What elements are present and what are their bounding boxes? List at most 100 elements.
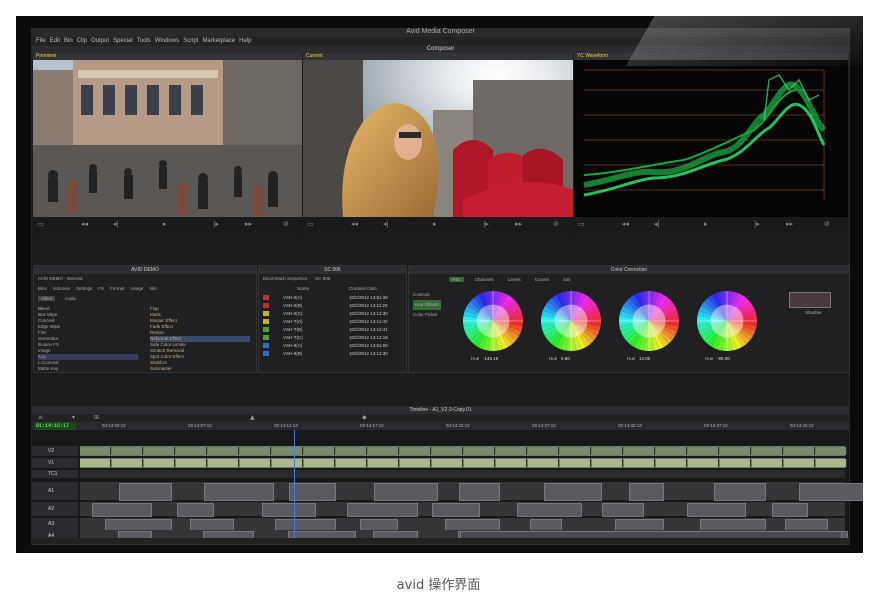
- clip-segment[interactable]: [656, 459, 687, 467]
- clip-segment[interactable]: [496, 447, 527, 455]
- extract-icon[interactable]: ⊞: [94, 414, 99, 421]
- bin-tab[interactable]: Format: [110, 286, 124, 291]
- bin-tab[interactable]: Settings: [76, 286, 92, 291]
- track-header[interactable]: TC1: [32, 470, 78, 478]
- fast-forward-icon[interactable]: ▸▸: [515, 220, 522, 228]
- wheel-value[interactable]: 13.00: [639, 356, 651, 361]
- effect-category[interactable]: Matte Key: [38, 366, 138, 372]
- color-swatch[interactable]: [789, 292, 831, 308]
- clip-segment[interactable]: [176, 447, 207, 455]
- step-back-icon[interactable]: ◂|: [113, 220, 119, 228]
- clip-segment[interactable]: [624, 447, 655, 455]
- menu-item[interactable]: Script: [183, 37, 198, 46]
- clip-segment[interactable]: [208, 459, 239, 467]
- audio-clip[interactable]: [347, 503, 418, 517]
- color-wheel[interactable]: Hue -90.00: [697, 291, 757, 361]
- clip-segment[interactable]: [432, 459, 463, 467]
- waveform-transport[interactable]: ▭ ◂◂ ◂| ▸ |▸ ▸▸ ⊘: [574, 217, 848, 233]
- menu-item[interactable]: Clip: [77, 37, 87, 46]
- track-header[interactable]: A3: [32, 518, 78, 530]
- rewind-icon[interactable]: ◂◂: [622, 220, 629, 228]
- track-header[interactable]: A1: [32, 482, 78, 500]
- col-date-header[interactable]: Creation Date: [349, 286, 377, 291]
- step-forward-icon[interactable]: |▸: [483, 220, 489, 228]
- timeline-toolbar[interactable]: ≡ ▾ ⊞ ▲ ◆: [32, 414, 849, 422]
- clip-segment[interactable]: [464, 447, 495, 455]
- cc-tab[interactable]: HSL: [449, 277, 464, 282]
- settings-icon[interactable]: ⊘: [553, 220, 559, 228]
- timeline-panel[interactable]: Timeline - A1_V2-3-Copy.01 ≡ ▾ ⊞ ▲ ◆ 01:…: [32, 406, 863, 544]
- step-forward-icon[interactable]: |▸: [754, 220, 760, 228]
- cc-tab[interactable]: Levels: [505, 277, 524, 282]
- sequence-tab[interactable]: SC 006: [315, 276, 330, 281]
- clip-segment[interactable]: [816, 447, 847, 455]
- track-header[interactable]: A2: [32, 502, 78, 516]
- audio-clip[interactable]: [262, 503, 316, 517]
- waveform-monitor[interactable]: YC Waveform ▭ ◂◂ ◂| ▸ |▸ ▸▸ ⊘: [574, 53, 848, 233]
- clip-segment[interactable]: [176, 459, 207, 467]
- record-transport[interactable]: ▭ ◂◂ ◂| ▸ |▸ ▸▸ ⊘: [303, 217, 573, 233]
- table-row[interactable]: VSH-8(A) 10/2/2012 14:51:08: [263, 342, 403, 350]
- audio-clip[interactable]: [432, 503, 480, 517]
- fast-forward-icon[interactable]: ▸▸: [786, 220, 793, 228]
- menu-item[interactable]: File: [36, 37, 46, 46]
- clip-segment[interactable]: [272, 447, 303, 455]
- clip-segment[interactable]: [80, 459, 111, 467]
- table-row[interactable]: VSH-T(C) 10/2/2012 14:12:18: [263, 334, 403, 342]
- mark-clip-icon[interactable]: ▭: [307, 220, 314, 228]
- rewind-icon[interactable]: ◂◂: [81, 220, 88, 228]
- clip-segment[interactable]: [432, 447, 463, 455]
- audio-clip[interactable]: [374, 483, 438, 501]
- clip-segment[interactable]: [336, 459, 367, 467]
- audio-clip[interactable]: [687, 503, 746, 517]
- menu-item[interactable]: Output: [91, 37, 109, 46]
- cc-side-item[interactable]: Hue Offsets: [413, 300, 441, 310]
- track-header[interactable]: V1: [32, 458, 78, 468]
- bin-tab[interactable]: Info: [149, 286, 157, 291]
- audio-clip[interactable]: [289, 483, 336, 501]
- audio-clip[interactable]: [459, 483, 500, 501]
- clip-segment[interactable]: [464, 459, 495, 467]
- clip-segment[interactable]: [496, 459, 527, 467]
- sequence-tab[interactable]: Bins/Attach Sequence: [263, 276, 307, 281]
- audio-clip[interactable]: [714, 483, 766, 501]
- menu-item[interactable]: Edit: [50, 37, 60, 46]
- cc-tab[interactable]: Curves: [532, 277, 552, 282]
- audio-clip[interactable]: [602, 503, 644, 517]
- bin-tab[interactable]: FX: [98, 286, 104, 291]
- audio-clip[interactable]: [799, 483, 863, 501]
- clip-segment[interactable]: [560, 447, 591, 455]
- clip-segment[interactable]: [720, 459, 751, 467]
- clip-segment[interactable]: [368, 447, 399, 455]
- rewind-icon[interactable]: ◂◂: [351, 220, 358, 228]
- menu-item[interactable]: Help: [239, 37, 251, 46]
- cc-tab[interactable]: Channels: [472, 277, 497, 282]
- source-monitor[interactable]: Premiere ▭ ◂◂ ◂| ▸ |▸ ▸▸ ⊘: [33, 53, 302, 233]
- clip-segment[interactable]: [656, 447, 687, 455]
- trim-icon[interactable]: ◆: [362, 414, 367, 421]
- menu-item[interactable]: Windows: [155, 37, 179, 46]
- clip-segment[interactable]: [80, 447, 111, 455]
- clip-segment[interactable]: [784, 459, 815, 467]
- table-row[interactable]: VSH-8(B) 10/2/2012 14:12:30: [263, 350, 403, 358]
- audio-clip[interactable]: [92, 503, 152, 517]
- step-forward-icon[interactable]: |▸: [213, 220, 219, 228]
- clip-segment[interactable]: [304, 459, 335, 467]
- col-name-header[interactable]: Name: [297, 286, 309, 291]
- play-icon[interactable]: ▸: [704, 220, 708, 228]
- audio-clip[interactable]: [517, 503, 582, 517]
- wheel-value[interactable]: 6.80: [561, 356, 570, 361]
- play-icon[interactable]: ▸: [163, 220, 167, 228]
- clip-segment[interactable]: [400, 459, 431, 467]
- clip-segment[interactable]: [112, 459, 143, 467]
- bin-tab[interactable]: Usage: [130, 286, 143, 291]
- source-transport[interactable]: ▭ ◂◂ ◂| ▸ |▸ ▸▸ ⊘: [33, 217, 302, 233]
- segment-icon[interactable]: ▲: [250, 414, 255, 421]
- clip-segment[interactable]: [208, 447, 239, 455]
- effect-item[interactable]: Submaster: [150, 366, 250, 372]
- color-wheels[interactable]: Hue -145.19 Hue 6.80 Hue 13.00 Hue -90.00: [459, 286, 779, 368]
- clip-segment[interactable]: [144, 447, 175, 455]
- clip-segment[interactable]: [560, 459, 591, 467]
- menu-item[interactable]: Tools: [137, 37, 151, 46]
- lift-icon[interactable]: ▾: [72, 414, 75, 421]
